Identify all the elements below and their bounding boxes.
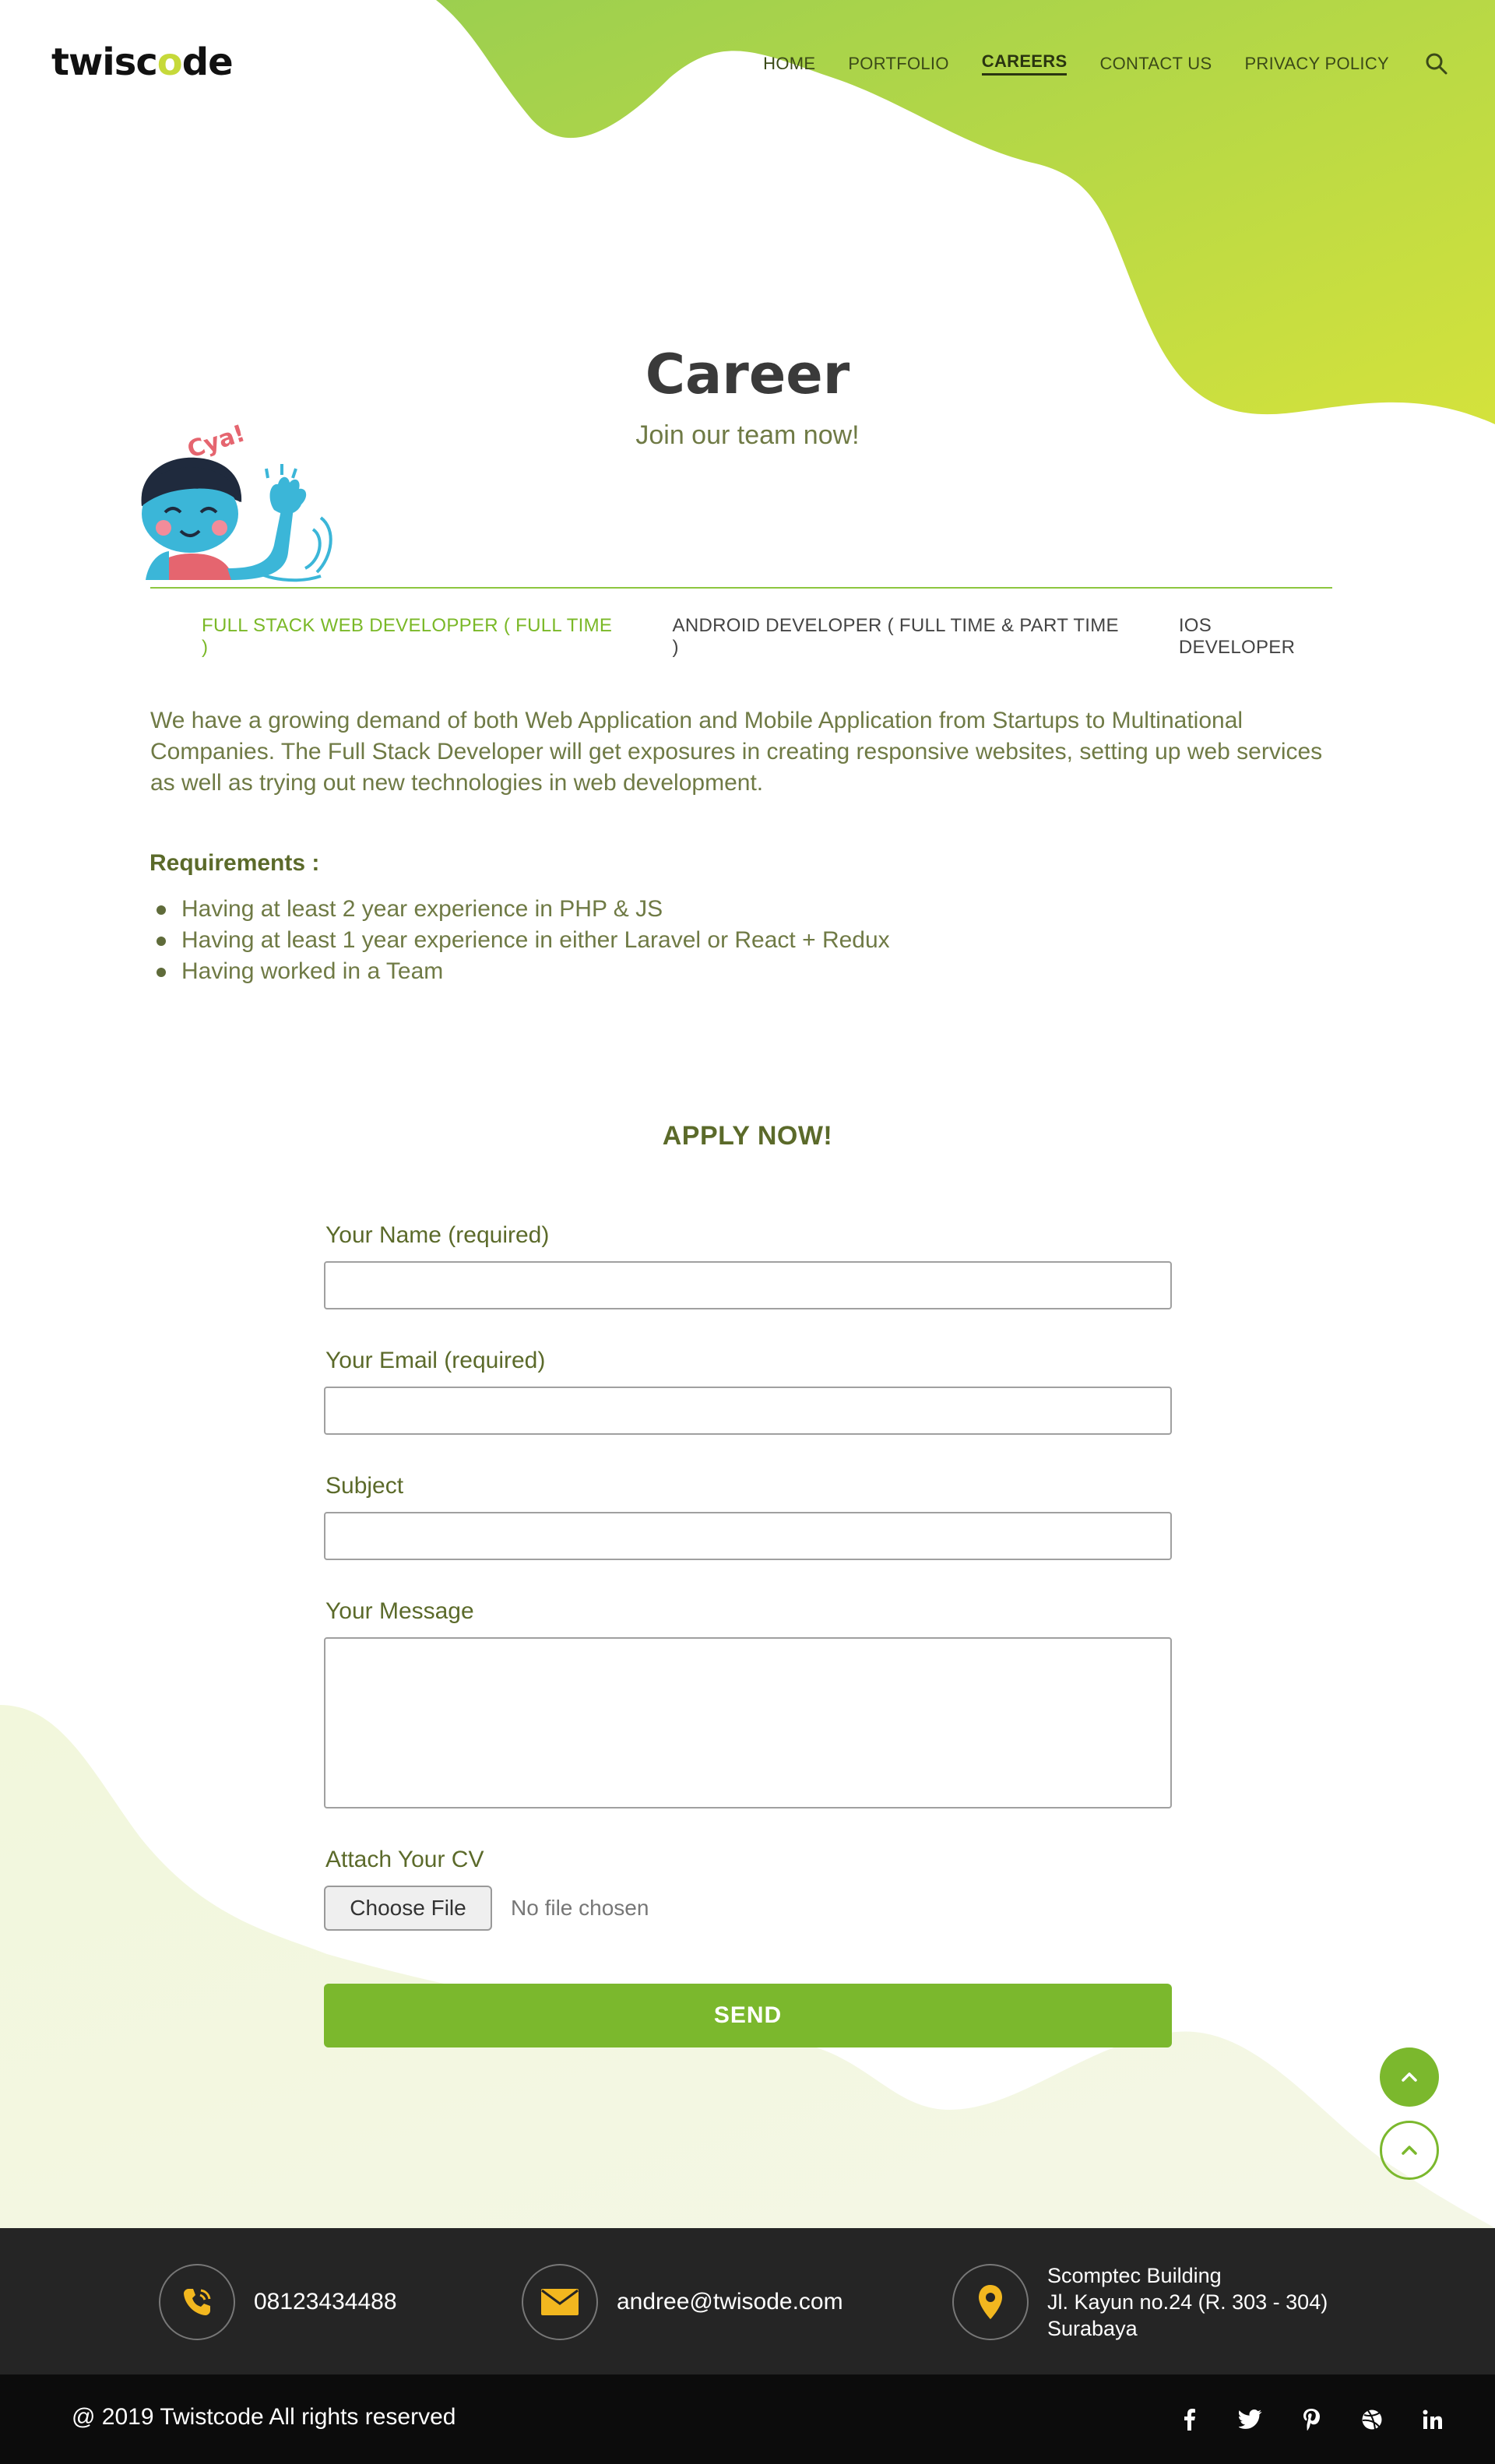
twistcode-logo[interactable]: twiscode (51, 40, 234, 84)
requirement-item: Having at least 2 year experience in PHP… (157, 894, 890, 925)
main-nav: HOME PORTFOLIO CAREERS CONTACT US PRIVAC… (730, 51, 1448, 76)
search-icon[interactable] (1425, 52, 1448, 76)
email-input[interactable] (324, 1387, 1172, 1435)
requirements-heading: Requirements : (150, 850, 320, 876)
apply-heading: APPLY NOW! (662, 1121, 833, 1151)
address-line: Scomptec Building (1047, 2264, 1222, 2287)
file-input: Choose File No file chosen (324, 1886, 649, 1931)
requirements-list: Having at least 2 year experience in PHP… (157, 894, 890, 987)
tab-full-stack-web-developer[interactable]: FULL STACK WEB DEVELOPPER ( FULL TIME ) (202, 615, 621, 659)
address-contact: Scomptec Building Jl. Kayun no.24 (R. 30… (952, 2262, 1328, 2342)
email-address[interactable]: andree@twisode.com (617, 2289, 843, 2315)
phone-number[interactable]: 08123434488 (254, 2289, 397, 2315)
envelope-icon (522, 2264, 598, 2340)
message-textarea[interactable] (324, 1637, 1172, 1808)
page-title: Career (645, 343, 850, 406)
phone-contact: 08123434488 (159, 2264, 397, 2340)
subject-input[interactable] (324, 1512, 1172, 1560)
nav-careers[interactable]: CAREERS (981, 51, 1068, 76)
email-contact: andree@twisode.com (522, 2264, 843, 2340)
name-input[interactable] (324, 1261, 1172, 1309)
cv-label: Attach Your CV (325, 1847, 484, 1872)
social-links (1145, 2404, 1448, 2435)
page: twiscode HOME PORTFOLIO CAREERS CONTACT … (0, 0, 1495, 2464)
tab-android-developer[interactable]: ANDROID DEVELOPER ( FULL TIME & PART TIM… (673, 615, 1127, 659)
file-status: No file chosen (511, 1896, 649, 1920)
site-header: twiscode HOME PORTFOLIO CAREERS CONTACT … (0, 0, 1495, 125)
nav-contact-us[interactable]: CONTACT US (1099, 54, 1212, 74)
scroll-up-button[interactable] (1380, 2121, 1439, 2180)
twitter-icon[interactable] (1235, 2404, 1266, 2435)
requirement-item: Having at least 1 year experience in eit… (157, 925, 890, 956)
subject-field-group: Subject (324, 1473, 1172, 1560)
name-field-group: Your Name (required) (324, 1222, 1172, 1309)
dribbble-icon[interactable] (1356, 2404, 1388, 2435)
svg-text:Cya!: Cya! (184, 420, 248, 464)
job-tabs: FULL STACK WEB DEVELOPPER ( FULL TIME ) … (150, 615, 1332, 659)
cv-field-group: Attach Your CV Choose File No file chose… (324, 1847, 649, 1931)
nav-privacy-policy[interactable]: PRIVACY POLICY (1244, 54, 1389, 74)
nav-home[interactable]: HOME (763, 54, 815, 74)
footer-bottom-bar: @ 2019 Twistcode All rights reserved (0, 2374, 1495, 2464)
address-text: Scomptec Building Jl. Kayun no.24 (R. 30… (1047, 2262, 1328, 2342)
email-label: Your Email (required) (325, 1348, 546, 1373)
tab-ios-developer[interactable]: IOS DEVELOPER (1179, 615, 1332, 659)
pinterest-icon[interactable] (1296, 2404, 1327, 2435)
job-description: We have a growing demand of both Web App… (150, 708, 1323, 796)
facebook-icon[interactable] (1174, 2404, 1205, 2435)
message-field-group: Your Message (324, 1598, 1172, 1808)
requirement-item: Having worked in a Team (157, 956, 890, 987)
chevron-up-icon (1402, 2072, 1417, 2082)
address-line: Jl. Kayun no.24 (R. 303 - 304) (1047, 2290, 1328, 2314)
footer-contact-bar: 08123434488 andree@twisode.com Scomptec … (0, 2228, 1495, 2374)
location-pin-icon (952, 2264, 1029, 2340)
copyright-text: @ 2019 Twistcode All rights reserved (72, 2404, 456, 2430)
choose-file-button[interactable]: Choose File (324, 1886, 492, 1931)
phone-icon (159, 2264, 235, 2340)
linkedin-icon[interactable] (1417, 2404, 1448, 2435)
name-label: Your Name (required) (325, 1222, 550, 1248)
email-field-group: Your Email (required) (324, 1348, 1172, 1435)
nav-portfolio[interactable]: PORTFOLIO (848, 54, 948, 74)
subject-label: Subject (325, 1473, 404, 1499)
message-label: Your Message (325, 1598, 474, 1624)
waving-mascot-illustration: Cya! (141, 420, 332, 582)
tabs-divider (150, 587, 1332, 589)
scroll-to-top-button[interactable] (1380, 2047, 1439, 2107)
send-button[interactable]: SEND (324, 1984, 1172, 2047)
chevron-up-icon (1402, 2146, 1417, 2155)
address-line: Surabaya (1047, 2317, 1138, 2340)
